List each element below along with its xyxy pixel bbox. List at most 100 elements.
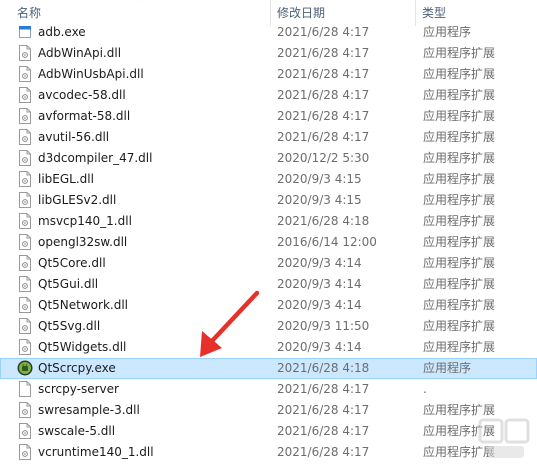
file-type: 应用程序扩展 <box>423 319 496 333</box>
file-type: 应用程序扩展 <box>423 88 496 102</box>
file-row-selected[interactable]: QtScrcpy.exe 2021/6/28 4:18 应用程序 <box>0 358 537 379</box>
file-type: 应用程序扩展 <box>423 109 496 123</box>
sort-ascending-icon: ⌃ <box>138 0 147 8</box>
file-name: d3dcompiler_47.dll <box>38 151 153 165</box>
file-modified-date: 2020/9/3 4:14 <box>277 298 362 312</box>
dll-file-icon <box>19 87 31 103</box>
dll-file-icon <box>19 423 31 439</box>
dll-file-icon <box>19 66 31 82</box>
file-row[interactable]: scrcpy-server 2021/6/28 4:17. <box>0 379 537 400</box>
file-type: 应用程序扩展 <box>423 130 496 144</box>
file-modified-date: 2020/9/3 4:14 <box>277 277 362 291</box>
file-modified-date: 2021/6/28 4:17 <box>277 46 370 60</box>
file-row[interactable]: libGLESv2.dll 2020/9/3 4:15 应用程序扩展 <box>0 190 537 211</box>
file-row[interactable]: Qt5Gui.dll 2020/9/3 4:14 应用程序扩展 <box>0 274 537 295</box>
file-row[interactable]: Qt5Widgets.dll 2020/9/3 4:14 应用程序扩展 <box>0 337 537 358</box>
file-modified-date: 2021/6/28 4:17 <box>277 130 370 144</box>
file-list: adb.exe 2021/6/28 4:17 应用程序 AdbWinApi.dll 20… <box>0 22 537 463</box>
file-modified-date: 2020/9/3 4:14 <box>277 340 362 354</box>
dll-file-icon <box>19 108 31 124</box>
file-modified-date: 2016/6/14 12:00 <box>277 235 377 249</box>
file-row[interactable]: AdbWinApi.dll 2021/6/28 4:17 应用程序扩展 <box>0 43 537 64</box>
file-row[interactable]: avutil-56.dll 2021/6/28 4:17 应用程序扩展 <box>0 127 537 148</box>
file-type: 应用程序扩展 <box>423 298 496 312</box>
dll-file-icon <box>19 45 31 61</box>
file-row[interactable]: swresample-3.dll 2021/6/28 4:17 应用程序扩展 <box>0 400 537 421</box>
column-header-name[interactable]: 名称 <box>17 0 41 22</box>
file-modified-date: 2020/12/2 5:30 <box>277 151 370 165</box>
file-name: Qt5Network.dll <box>38 298 128 312</box>
file-name: Qt5Svg.dll <box>38 319 101 333</box>
file-explorer-window: 名称 ⌃ 修改日期 类型 adb.exe 2021/6/28 4:17 应用程序 Ad… <box>0 0 537 465</box>
blank-file-icon <box>19 381 31 397</box>
dll-file-icon <box>19 444 31 460</box>
file-row[interactable]: Qt5Network.dll 2020/9/3 4:14 应用程序扩展 <box>0 295 537 316</box>
file-modified-date: 2020/9/3 4:14 <box>277 256 362 270</box>
file-name: avcodec-58.dll <box>38 88 126 102</box>
file-row[interactable]: libEGL.dll 2020/9/3 4:15 应用程序扩展 <box>0 169 537 190</box>
file-type: 应用程序扩展 <box>423 193 496 207</box>
file-type: 应用程序扩展 <box>423 67 496 81</box>
file-name: opengl32sw.dll <box>38 235 128 249</box>
file-type: . <box>423 382 427 396</box>
file-type: 应用程序扩展 <box>423 214 496 228</box>
dll-file-icon <box>19 255 31 271</box>
file-modified-date: 2021/6/28 4:18 <box>277 214 370 228</box>
file-type: 应用程序扩展 <box>423 172 496 186</box>
file-modified-date: 2021/6/28 4:17 <box>277 445 370 459</box>
exe-file-icon <box>19 24 31 40</box>
dll-file-icon <box>19 150 31 166</box>
file-name: Qt5Gui.dll <box>38 277 99 291</box>
column-header-bar: 名称 ⌃ 修改日期 类型 <box>0 0 537 26</box>
file-row[interactable]: adb.exe 2021/6/28 4:17 应用程序 <box>0 22 537 43</box>
file-modified-date: 2021/6/28 4:18 <box>277 361 370 375</box>
file-name: vcruntime140_1.dll <box>38 445 154 459</box>
dll-file-icon <box>19 318 31 334</box>
file-modified-date: 2021/6/28 4:17 <box>277 67 370 81</box>
file-row[interactable]: opengl32sw.dll 2016/6/14 12:00 应用程序扩展 <box>0 232 537 253</box>
file-row[interactable]: Qt5Svg.dll 2020/9/3 11:50 应用程序扩展 <box>0 316 537 337</box>
file-modified-date: 2021/6/28 4:17 <box>277 382 370 396</box>
file-name: avutil-56.dll <box>38 130 110 144</box>
file-row[interactable]: avcodec-58.dll 2021/6/28 4:17 应用程序扩展 <box>0 85 537 106</box>
dll-file-icon <box>19 171 31 187</box>
qtscrcpy-app-icon <box>17 360 33 376</box>
file-row[interactable]: msvcp140_1.dll 2021/6/28 4:18 应用程序扩展 <box>0 211 537 232</box>
dll-file-icon <box>19 402 31 418</box>
file-type: 应用程序 <box>423 25 472 39</box>
file-name: avformat-58.dll <box>38 109 131 123</box>
file-name: QtScrcpy.exe <box>38 361 116 375</box>
file-modified-date: 2021/6/28 4:17 <box>277 88 370 102</box>
file-name: scrcpy-server <box>38 382 119 396</box>
file-name: Qt5Core.dll <box>38 256 106 270</box>
file-row[interactable]: d3dcompiler_47.dll 2020/12/2 5:30 应用程序扩展 <box>0 148 537 169</box>
file-modified-date: 2020/9/3 4:15 <box>277 172 362 186</box>
file-modified-date: 2021/6/28 4:17 <box>277 109 370 123</box>
file-row[interactable]: avformat-58.dll 2021/6/28 4:17 应用程序扩展 <box>0 106 537 127</box>
column-header-date[interactable]: 修改日期 <box>277 0 325 22</box>
file-name: swscale-5.dll <box>38 424 116 438</box>
file-modified-date: 2020/9/3 11:50 <box>277 319 370 333</box>
dll-file-icon <box>19 213 31 229</box>
file-modified-date: 2021/6/28 4:17 <box>277 25 370 39</box>
file-row[interactable]: swscale-5.dll 2021/6/28 4:17 应用程序扩展 <box>0 421 537 442</box>
file-name: Qt5Widgets.dll <box>38 340 127 354</box>
file-name: msvcp140_1.dll <box>38 214 132 228</box>
column-header-type[interactable]: 类型 <box>422 0 446 22</box>
file-modified-date: 2021/6/28 4:17 <box>277 403 370 417</box>
file-name: swresample-3.dll <box>38 403 140 417</box>
file-type: 应用程序扩展 <box>423 340 496 354</box>
file-modified-date: 2020/9/3 4:15 <box>277 193 362 207</box>
watermark-logo <box>478 418 530 458</box>
file-row[interactable]: AdbWinUsbApi.dll 2021/6/28 4:17 应用程序扩展 <box>0 64 537 85</box>
file-type: 应用程序扩展 <box>423 235 496 249</box>
dll-file-icon <box>19 276 31 292</box>
file-type: 应用程序扩展 <box>423 46 496 60</box>
dll-file-icon <box>19 129 31 145</box>
file-row[interactable]: Qt5Core.dll 2020/9/3 4:14 应用程序扩展 <box>0 253 537 274</box>
dll-file-icon <box>19 192 31 208</box>
file-type: 应用程序扩展 <box>423 256 496 270</box>
dll-file-icon <box>19 297 31 313</box>
file-row[interactable]: vcruntime140_1.dll 2021/6/28 4:17 应用程序扩展 <box>0 442 537 463</box>
file-name: AdbWinUsbApi.dll <box>38 67 144 81</box>
